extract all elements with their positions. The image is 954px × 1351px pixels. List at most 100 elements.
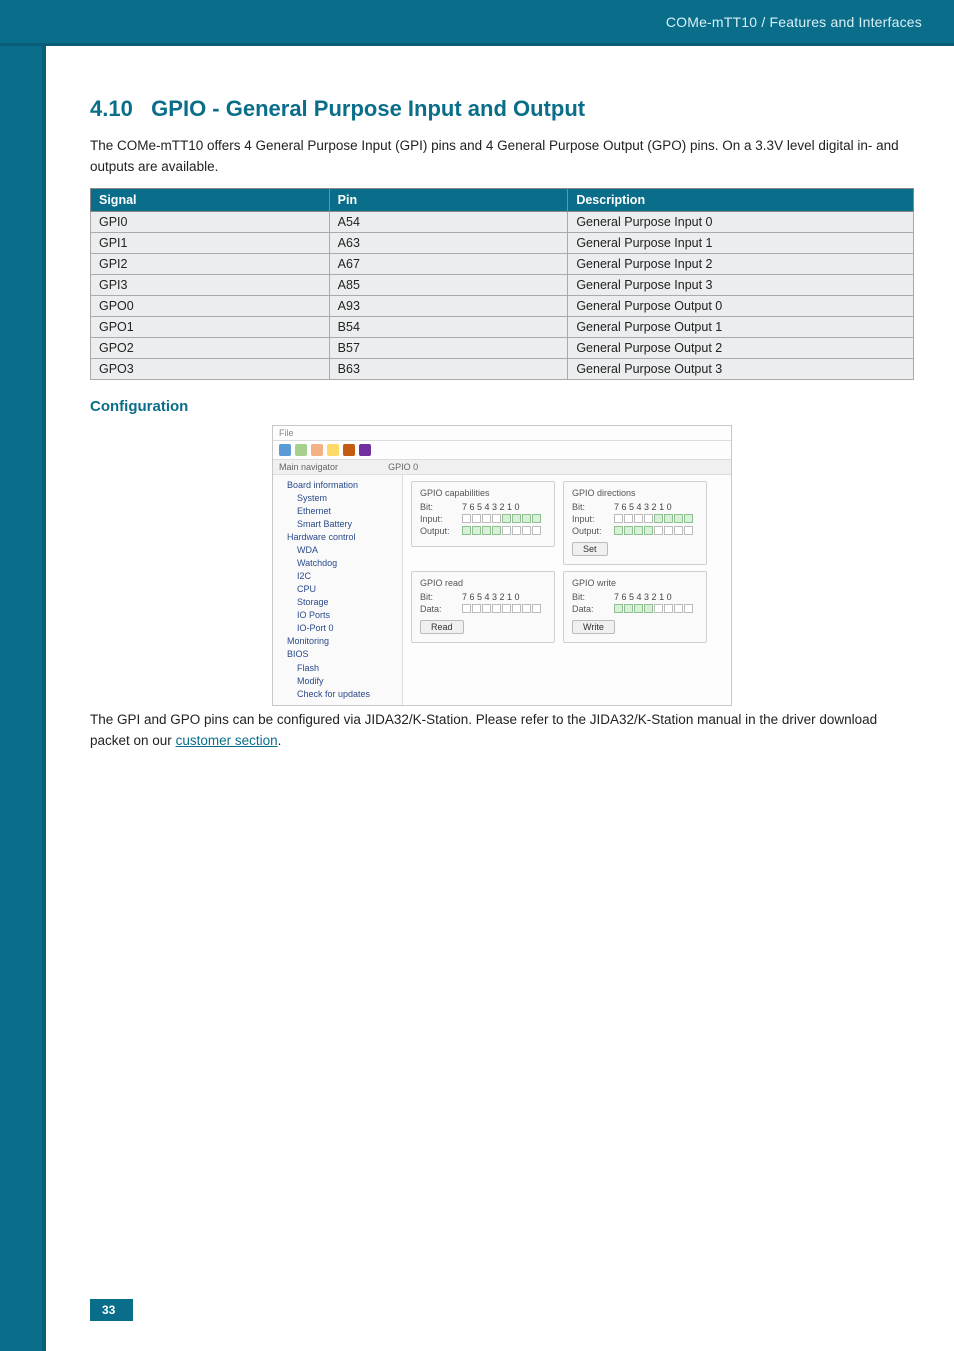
section-title: 4.10 GPIO - General Purpose Input and Ou…: [90, 96, 914, 122]
section-name: GPIO - General Purpose Input and Output: [151, 96, 585, 121]
group-caps: GPIO capabilities Bit: 7 6 5 4 3 2 1 0 In…: [411, 481, 555, 547]
tree-node[interactable]: System: [279, 492, 396, 505]
cell-pin: A67: [329, 253, 568, 274]
tree-node[interactable]: BIOS: [279, 648, 396, 661]
col-signal: Signal: [91, 188, 330, 211]
toolbar-icon[interactable]: [327, 444, 339, 456]
col-pin: Pin: [329, 188, 568, 211]
left-margin-strip: [0, 46, 46, 1351]
footnote-post: .: [278, 733, 282, 748]
table-row: GPO1B54General Purpose Output 1: [91, 316, 914, 337]
toolbar-icon[interactable]: [359, 444, 371, 456]
group-dirs-title: GPIO directions: [572, 488, 698, 498]
tree-node[interactable]: Ethernet: [279, 505, 396, 518]
toolbar-icon[interactable]: [343, 444, 355, 456]
page-number: 33: [90, 1299, 133, 1321]
cell-desc: General Purpose Input 0: [568, 211, 914, 232]
tree-node[interactable]: Board information: [279, 479, 396, 492]
read-data-label: Data:: [420, 604, 458, 614]
dirs-output-label: Output:: [572, 526, 610, 536]
embed-nav-strip: Main navigator GPIO 0: [273, 460, 731, 475]
cell-pin: A93: [329, 295, 568, 316]
set-button[interactable]: Set: [572, 542, 608, 556]
cell-signal: GPO2: [91, 337, 330, 358]
customer-section-link[interactable]: customer section: [176, 733, 278, 748]
read-data-boxes: [462, 604, 541, 613]
caps-bit-label: Bit:: [420, 502, 458, 512]
group-write-title: GPIO write: [572, 578, 698, 588]
table-row: GPI0A54General Purpose Input 0: [91, 211, 914, 232]
caps-output-label: Output:: [420, 526, 458, 536]
cell-desc: General Purpose Input 1: [568, 232, 914, 253]
cell-pin: B54: [329, 316, 568, 337]
section-intro: The COMe-mTT10 offers 4 General Purpose …: [90, 136, 914, 178]
cell-pin: B63: [329, 358, 568, 379]
write-bits: 7 6 5 4 3 2 1 0: [614, 592, 672, 602]
read-button[interactable]: Read: [420, 620, 464, 634]
col-desc: Description: [568, 188, 914, 211]
write-button[interactable]: Write: [572, 620, 615, 634]
tree-node[interactable]: WDA: [279, 544, 396, 557]
kstation-screenshot: File Main navigator GPIO 0 Board informa…: [272, 425, 732, 706]
embed-gpio-panel: GPIO capabilities Bit: 7 6 5 4 3 2 1 0 In…: [403, 475, 731, 705]
cell-signal: GPO0: [91, 295, 330, 316]
group-read-title: GPIO read: [420, 578, 546, 588]
page-header: COMe-mTT10 / Features and Interfaces: [0, 0, 954, 46]
cell-desc: General Purpose Output 1: [568, 316, 914, 337]
tree-node[interactable]: CPU: [279, 583, 396, 596]
section-number: 4.10: [90, 96, 133, 121]
dirs-output-boxes: [614, 526, 693, 535]
tree-node[interactable]: Check for updates: [279, 688, 396, 701]
cell-signal: GPI1: [91, 232, 330, 253]
tree-node[interactable]: Modify: [279, 675, 396, 688]
cell-pin: A85: [329, 274, 568, 295]
caps-input-label: Input:: [420, 514, 458, 524]
tree-node[interactable]: IO-Port 0: [279, 622, 396, 635]
cell-desc: General Purpose Output 3: [568, 358, 914, 379]
cell-pin: A54: [329, 211, 568, 232]
caps-output-boxes: [462, 526, 541, 535]
group-caps-title: GPIO capabilities: [420, 488, 546, 498]
cell-desc: General Purpose Input 3: [568, 274, 914, 295]
tree-node[interactable]: Hardware control: [279, 531, 396, 544]
caps-input-boxes: [462, 514, 541, 523]
toolbar-icon[interactable]: [295, 444, 307, 456]
table-row: GPI3A85General Purpose Input 3: [91, 274, 914, 295]
cell-signal: GPI3: [91, 274, 330, 295]
table-row: GPO2B57General Purpose Output 2: [91, 337, 914, 358]
table-row: GPI1A63General Purpose Input 1: [91, 232, 914, 253]
group-write: GPIO write Bit:7 6 5 4 3 2 1 0 Data: Wri…: [563, 571, 707, 643]
config-heading: Configuration: [90, 398, 914, 415]
table-row: GPO3B63General Purpose Output 3: [91, 358, 914, 379]
dirs-input-label: Input:: [572, 514, 610, 524]
embed-nav-header: Main navigator: [279, 462, 338, 472]
cell-signal: GPI0: [91, 211, 330, 232]
dirs-bits: 7 6 5 4 3 2 1 0: [614, 502, 672, 512]
table-row: GPI2A67General Purpose Input 2: [91, 253, 914, 274]
content-area: 4.10 GPIO - General Purpose Input and Ou…: [46, 46, 954, 1351]
toolbar-icon[interactable]: [279, 444, 291, 456]
embed-toolbar: [273, 441, 731, 460]
table-row: GPO0A93General Purpose Output 0: [91, 295, 914, 316]
embed-menubar: File: [273, 426, 731, 441]
page-footer: 33: [90, 1299, 133, 1321]
write-data-boxes: [614, 604, 693, 613]
dirs-input-boxes: [614, 514, 693, 523]
caps-bits: 7 6 5 4 3 2 1 0: [462, 502, 520, 512]
tree-node[interactable]: Storage: [279, 596, 396, 609]
config-footnote: The GPI and GPO pins can be configured v…: [90, 710, 914, 752]
cell-pin: A63: [329, 232, 568, 253]
read-bits: 7 6 5 4 3 2 1 0: [462, 592, 520, 602]
cell-signal: GPO3: [91, 358, 330, 379]
toolbar-icon[interactable]: [311, 444, 323, 456]
cell-pin: B57: [329, 337, 568, 358]
tree-node[interactable]: Monitoring: [279, 635, 396, 648]
group-dirs: GPIO directions Bit:7 6 5 4 3 2 1 0 Inpu…: [563, 481, 707, 565]
group-read: GPIO read Bit:7 6 5 4 3 2 1 0 Data: Read: [411, 571, 555, 643]
tree-node[interactable]: Smart Battery: [279, 518, 396, 531]
tree-node[interactable]: Flash: [279, 662, 396, 675]
tree-node[interactable]: Watchdog: [279, 557, 396, 570]
cell-signal: GPI2: [91, 253, 330, 274]
tree-node[interactable]: IO Ports: [279, 609, 396, 622]
tree-node[interactable]: I2C: [279, 570, 396, 583]
